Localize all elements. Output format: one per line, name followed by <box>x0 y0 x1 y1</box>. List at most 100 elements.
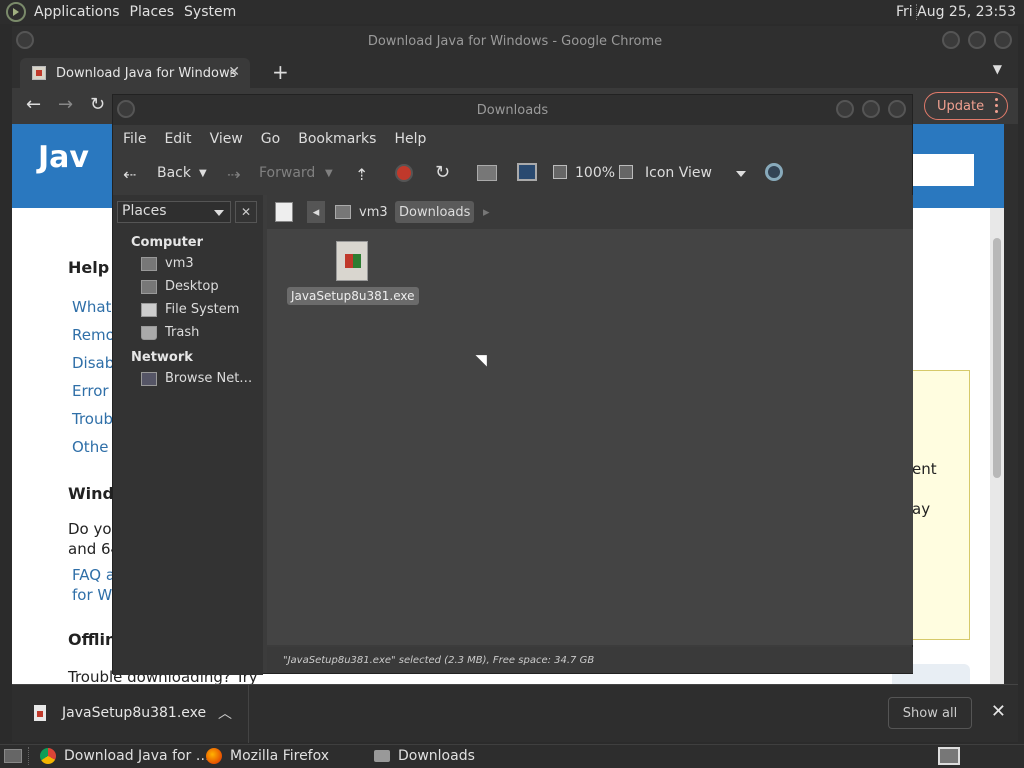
fm-maximize-button[interactable] <box>862 100 880 118</box>
taskbar-item-chrome[interactable]: Download Java for … <box>40 748 210 764</box>
tab-download-java[interactable]: Download Java for Windows ✕ <box>20 58 250 88</box>
trash-icon <box>141 325 157 340</box>
help-link-4[interactable]: Error <box>72 382 109 400</box>
folder-icon <box>374 750 390 762</box>
menu-bookmarks[interactable]: Bookmarks <box>298 131 376 147</box>
path-bar: ◂ vm3 Downloads ▸ <box>267 195 913 229</box>
chrome-titlebar[interactable]: Download Java for Windows - Google Chrom… <box>12 26 1018 56</box>
sidebar-item-label: Desktop <box>165 279 219 294</box>
clock[interactable]: Fri Aug 25, 23:53 <box>896 4 1016 20</box>
taskbar-label: Mozilla Firefox <box>230 748 330 764</box>
update-button[interactable]: Update <box>924 92 1008 120</box>
view-mode-select[interactable]: Icon View <box>645 165 712 181</box>
scrollbar-thumb[interactable] <box>993 238 1001 478</box>
show-all-button[interactable]: Show all <box>888 697 972 729</box>
help-link-2[interactable]: Remo <box>72 326 115 344</box>
network-icon <box>141 371 157 386</box>
back-history-dropdown-icon[interactable]: ▼ <box>199 168 207 179</box>
taskbar: Download Java for … Mozilla Firefox Down… <box>0 744 1024 768</box>
forward-arrow-icon[interactable]: → <box>58 94 73 115</box>
stop-icon[interactable] <box>395 164 413 182</box>
sidebar-item-browse-network[interactable]: Browse Net… <box>113 367 263 390</box>
maximize-button[interactable] <box>968 31 986 49</box>
sidebar-item-vm3[interactable]: vm3 <box>113 252 263 275</box>
zoom-out-icon[interactable] <box>553 165 567 179</box>
new-tab-plus-icon[interactable]: + <box>272 60 289 84</box>
fm-titlebar[interactable]: Downloads <box>113 95 912 125</box>
help-link-1[interactable]: What <box>72 298 111 316</box>
edit-location-icon[interactable] <box>275 202 293 222</box>
close-button[interactable] <box>994 31 1012 49</box>
download-bar: JavaSetup8u381.exe ︿ Show all ✕ <box>12 684 1018 743</box>
search-icon[interactable] <box>765 163 783 181</box>
close-download-bar-icon[interactable]: ✕ <box>991 701 1006 722</box>
status-bar: "JavaSetup8u381.exe" selected (2.3 MB), … <box>267 647 913 673</box>
sidebar-item-label: File System <box>165 302 240 317</box>
window-menu-button[interactable] <box>16 31 34 49</box>
zoom-in-icon[interactable] <box>619 165 633 179</box>
path-segment-downloads[interactable]: Downloads <box>395 201 475 223</box>
menu-go[interactable]: Go <box>261 131 280 147</box>
sidebar-item-trash[interactable]: Trash <box>113 321 263 344</box>
chrome-window-title: Download Java for Windows - Google Chrom… <box>367 33 663 49</box>
zoom-level: 100% <box>575 165 616 181</box>
show-desktop-icon[interactable] <box>4 749 22 763</box>
menu-system[interactable]: System <box>182 4 244 20</box>
download-divider <box>248 685 249 743</box>
faq-link-2[interactable]: for Wi <box>72 586 116 604</box>
tab-close-icon[interactable]: ✕ <box>228 64 240 80</box>
forward-button[interactable]: Forward <box>259 165 315 181</box>
notice-text-2: ay <box>912 500 931 518</box>
back-icon[interactable]: ⇠ <box>123 165 136 184</box>
side-panel-selector[interactable]: Places <box>117 201 231 223</box>
download-file-icon <box>34 705 46 721</box>
back-arrow-icon[interactable]: ← <box>26 94 41 115</box>
kebab-menu-icon[interactable] <box>995 98 999 114</box>
fm-minimize-button[interactable] <box>836 100 854 118</box>
sidebar-item-file-system[interactable]: File System <box>113 298 263 321</box>
reload-icon[interactable]: ↻ <box>435 162 450 183</box>
tab-search-chevron-icon[interactable]: ▼ <box>993 62 1002 76</box>
menu-edit[interactable]: Edit <box>164 131 191 147</box>
exe-file-icon <box>336 241 368 281</box>
back-button[interactable]: Back <box>157 165 191 181</box>
sidebar-item-desktop[interactable]: Desktop <box>113 275 263 298</box>
home-folder-icon[interactable] <box>477 165 497 181</box>
menu-view[interactable]: View <box>210 131 243 147</box>
fm-window-menu-button[interactable] <box>117 100 135 118</box>
menu-applications[interactable]: Applications <box>32 4 128 20</box>
help-link-3[interactable]: Disab <box>72 354 114 372</box>
side-panel: Places ✕ Computer vm3 Desktop File Syste… <box>113 195 263 675</box>
path-right-arrow-icon[interactable]: ▸ <box>483 201 490 223</box>
taskbar-item-firefox[interactable]: Mozilla Firefox <box>206 748 329 764</box>
java-logo[interactable]: Jav <box>38 140 89 175</box>
view-mode-dropdown-icon[interactable] <box>736 171 746 177</box>
up-arrow-icon[interactable]: ⇡ <box>355 165 368 184</box>
file-item[interactable]: JavaSetup8u381.exe <box>287 241 419 305</box>
help-link-5[interactable]: Troub <box>72 410 113 428</box>
path-segment-vm3[interactable]: vm3 <box>359 201 388 223</box>
forward-icon[interactable]: ⇢ <box>227 165 240 184</box>
taskbar-label: Downloads <box>398 748 475 764</box>
chevron-up-icon[interactable]: ︿ <box>218 703 232 723</box>
forward-history-dropdown-icon[interactable]: ▼ <box>325 168 333 179</box>
path-left-arrow-icon[interactable]: ◂ <box>307 201 325 223</box>
menu-file[interactable]: File <box>123 131 146 147</box>
taskbar-separator <box>28 747 29 765</box>
reload-icon[interactable]: ↻ <box>90 94 105 115</box>
menu-help[interactable]: Help <box>394 131 426 147</box>
side-panel-header: Places ✕ <box>113 195 263 229</box>
help-link-6[interactable]: Othe <box>72 438 108 456</box>
sidebar-item-label: Browse Net… <box>165 371 253 386</box>
page-scrollbar[interactable] <box>990 208 1004 684</box>
computer-icon[interactable] <box>517 163 537 181</box>
fm-close-button[interactable] <box>888 100 906 118</box>
faq-link-1[interactable]: FAQ a <box>72 566 115 584</box>
workspace-switcher[interactable] <box>938 747 960 765</box>
distro-logo-icon[interactable] <box>6 2 26 22</box>
minimize-button[interactable] <box>942 31 960 49</box>
taskbar-item-downloads[interactable]: Downloads <box>374 748 475 764</box>
download-filename[interactable]: JavaSetup8u381.exe <box>62 705 206 721</box>
side-panel-close-icon[interactable]: ✕ <box>235 201 257 223</box>
menu-places[interactable]: Places <box>128 4 183 20</box>
